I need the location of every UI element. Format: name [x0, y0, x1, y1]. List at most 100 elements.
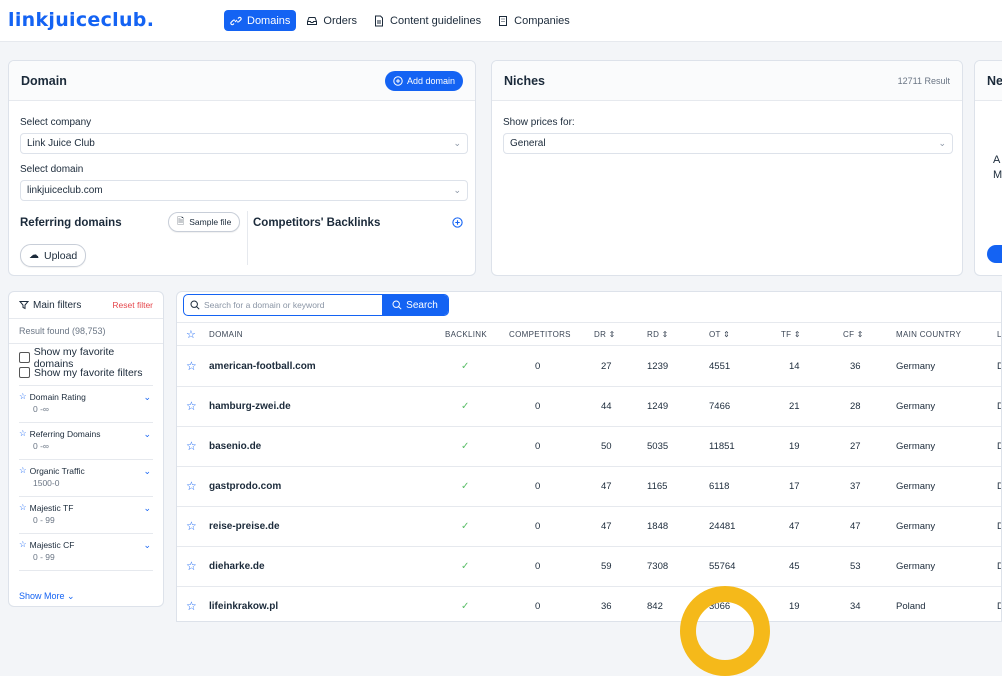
domains-table-panel: Search for a domain or keyword Search ☆ …: [176, 291, 1002, 622]
ot-cell: 7466: [709, 401, 731, 412]
checkbox-box[interactable]: [19, 352, 30, 363]
highlight-circle: [680, 586, 770, 676]
star-icon: ☆: [19, 502, 27, 512]
col-competitors[interactable]: COMPETITORS: [509, 330, 571, 339]
search-placeholder: Search for a domain or keyword: [204, 300, 325, 310]
col-tf[interactable]: TF ⇕: [781, 330, 801, 339]
col-dr[interactable]: DR ⇕: [594, 330, 616, 339]
add-domain-button[interactable]: Add domain: [384, 70, 463, 91]
filter-organic-traffic[interactable]: ☆ Organic Traffic 1500-0 ⌄: [19, 460, 153, 497]
favorite-star-icon[interactable]: ☆: [186, 479, 197, 493]
favorite-star-icon[interactable]: ☆: [186, 559, 197, 573]
reset-filter-link[interactable]: Reset filter: [112, 300, 153, 310]
chevron-down-icon[interactable]: ⌄: [143, 503, 151, 514]
domain-cell[interactable]: basenio.de: [209, 441, 261, 452]
table-header: ☆ DOMAIN BACKLINK COMPETITORS DR ⇕ RD ⇕ …: [177, 322, 1001, 346]
favorite-star-icon[interactable]: ☆: [186, 519, 197, 533]
chevron-down-icon[interactable]: ⌄: [143, 429, 151, 440]
favorite-star-icon[interactable]: ☆: [186, 439, 197, 453]
cf-cell: 27: [850, 441, 861, 452]
nav-content-guidelines[interactable]: Content guidelines: [367, 10, 487, 31]
filters-title-wrap: Main filters: [19, 300, 81, 311]
domain-cell[interactable]: lifeinkrakow.pl: [209, 601, 278, 612]
nav-companies[interactable]: Companies: [491, 10, 576, 31]
domain-cell[interactable]: hamburg-zwei.de: [209, 401, 291, 412]
col-cf-label: CF: [843, 330, 855, 339]
col-domain[interactable]: DOMAIN: [209, 330, 243, 339]
filter-domain-rating[interactable]: ☆ Domain Rating 0 -∞ ⌄: [19, 386, 153, 423]
dr-cell: 47: [601, 481, 612, 492]
search-button[interactable]: Search: [382, 295, 448, 315]
star-icon: ☆: [19, 539, 27, 549]
col-backlink[interactable]: BACKLINK: [445, 330, 487, 339]
logo[interactable]: linkjuiceclub.: [8, 9, 154, 31]
niche-select[interactable]: General ⌄: [503, 133, 953, 154]
dr-cell: 27: [601, 361, 612, 372]
nav-orders[interactable]: Orders: [300, 10, 363, 31]
col-ot[interactable]: OT ⇕: [709, 330, 730, 339]
plus-circle-icon[interactable]: [452, 217, 463, 228]
last-cell: D: [997, 601, 1001, 612]
filter-range: 0 - 99: [33, 552, 55, 562]
filters-header: Main filters Reset filter: [9, 292, 163, 319]
company-select[interactable]: Link Juice Club ⌄: [20, 133, 468, 154]
competitors-backlinks-title: Competitors' Backlinks: [253, 217, 381, 229]
upload-button[interactable]: ☁ Upload: [20, 244, 87, 267]
domain-cell[interactable]: reise-preise.de: [209, 521, 280, 532]
star-icon[interactable]: ☆: [186, 328, 196, 341]
favorite-star-icon[interactable]: ☆: [186, 359, 197, 373]
select-domain-label: Select domain: [20, 164, 84, 175]
tf-cell: 14: [789, 361, 800, 372]
domain-cell[interactable]: american-football.com: [209, 361, 316, 372]
third-card-button[interactable]: [987, 245, 1002, 263]
table-row[interactable]: ☆ reise-preise.de ✓ 0 47 1848 24481 47 47 Germany…: [177, 507, 1001, 547]
col-rd[interactable]: RD ⇕: [647, 330, 669, 339]
chevron-down-icon[interactable]: ⌄: [143, 392, 151, 403]
domain-cell[interactable]: dieharke.de: [209, 561, 265, 572]
country-cell: Germany: [896, 401, 936, 412]
nav-companies-label: Companies: [514, 14, 570, 27]
show-more-link[interactable]: Show More ⌄: [19, 591, 75, 602]
checkbox-box[interactable]: [19, 367, 30, 378]
favorite-star-icon[interactable]: ☆: [186, 399, 197, 413]
domain-card-title: Domain: [21, 73, 67, 88]
filter-name: Organic Traffic: [29, 465, 85, 476]
favorite-star-icon[interactable]: ☆: [186, 599, 197, 613]
rd-cell: 1249: [647, 401, 669, 412]
col-main-country[interactable]: MAIN COUNTRY: [896, 330, 961, 339]
dr-cell: 44: [601, 401, 612, 412]
sample-file-button[interactable]: 🗎 Sample file: [168, 212, 241, 232]
main-nav: Domains Orders Content guidelines Compan…: [224, 10, 576, 31]
col-cf[interactable]: CF ⇕: [843, 330, 864, 339]
table-row[interactable]: ☆lifeinkrakow.pl✓03684230661934PolandD: [177, 587, 1001, 621]
search-input[interactable]: Search for a domain or keyword: [184, 295, 382, 315]
select-company-label: Select company: [20, 117, 92, 128]
tf-cell: 47: [789, 521, 800, 532]
filter-name: Majestic TF: [29, 502, 74, 513]
table-row[interactable]: ☆ hamburg-zwei.de ✓ 0 44 1249 7466 21 28 Germany D: [177, 387, 1001, 427]
table-row[interactable]: ☆ dieharke.de ✓ 0 59 7308 55764 45 53 Germany D: [177, 547, 1001, 587]
table-row[interactable]: ☆ basenio.de ✓ 0 50 5035 11851 19 27 Germany D: [177, 427, 1001, 467]
last-cell: D: [997, 441, 1001, 452]
favorite-filters-label: Show my favorite filters: [34, 366, 143, 379]
chevron-down-icon[interactable]: ⌄: [143, 466, 151, 477]
domain-select[interactable]: linkjuiceclub.com ⌄: [20, 180, 468, 201]
table-row[interactable]: ☆ gastprodo.com ✓ 0 47 1165 6118 17 37 Germany D: [177, 467, 1001, 507]
filter-majestic-cf[interactable]: ☆ Majestic CF 0 - 99 ⌄: [19, 534, 153, 571]
favorite-filters-checkbox[interactable]: Show my favorite filters: [9, 365, 163, 380]
rd-cell: 1165: [647, 481, 668, 492]
col-last[interactable]: L: [997, 330, 1001, 339]
ot-cell: 6118: [709, 481, 730, 492]
filter-referring-domains[interactable]: ☆ Referring Domains 0 -∞ ⌄: [19, 423, 153, 460]
nav-domains[interactable]: Domains: [224, 10, 297, 31]
filter-majestic-tf[interactable]: ☆ Majestic TF 0 - 99 ⌄: [19, 497, 153, 534]
show-more-label: Show More: [19, 591, 65, 601]
chevron-down-icon[interactable]: ⌄: [143, 540, 151, 551]
table-row[interactable]: ☆ american-football.com ✓ 0 27 1239 4551 14 36 Ge…: [177, 347, 1001, 387]
favorite-domains-checkbox[interactable]: Show my favorite domains: [9, 346, 163, 370]
backlink-cell: ✓: [461, 441, 470, 452]
domain-cell[interactable]: gastprodo.com: [209, 481, 281, 492]
referring-domains-title: Referring domains: [20, 217, 122, 229]
plus-circle-icon: [393, 75, 403, 86]
filters-title: Main filters: [33, 299, 82, 311]
